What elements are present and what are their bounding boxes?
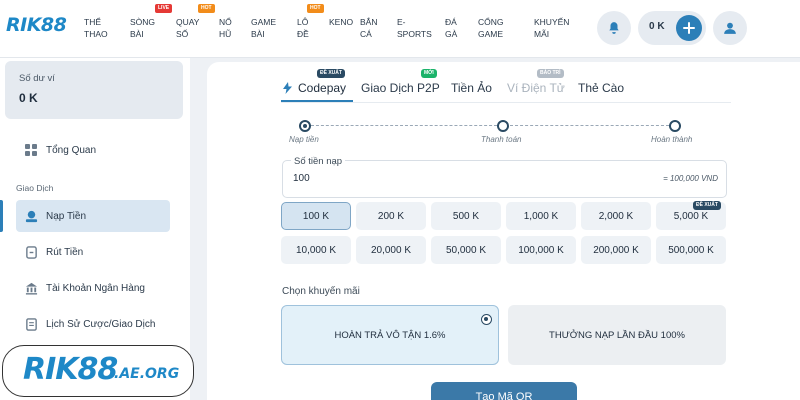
promo-radio-selected[interactable]	[481, 314, 492, 325]
tab-crypto[interactable]: Tiền Ảo	[451, 81, 492, 95]
deposit-panel: ĐỀ XUẤT Codepay MỚI Giao Dịch P2P Tiền Ả…	[207, 62, 800, 400]
notification-button[interactable]	[597, 11, 631, 45]
header-balance: 0 K	[649, 21, 665, 32]
sidebar-item-withdraw[interactable]: Rút Tiền	[16, 236, 170, 268]
nav-da-ga[interactable]: ĐÁ GÀ	[445, 16, 457, 40]
nav-game-bai[interactable]: GAME BÀI	[251, 16, 276, 40]
tab-codepay[interactable]: Codepay	[283, 81, 346, 95]
add-funds-button[interactable]	[676, 15, 702, 41]
amount-value: 100	[293, 173, 310, 184]
user-icon	[724, 22, 736, 34]
nav-esports[interactable]: E- SPORTS	[397, 16, 432, 40]
lightning-icon	[283, 82, 292, 94]
amount-chip[interactable]: 20,000 K	[356, 236, 426, 264]
step-deposit-dot	[299, 120, 311, 132]
sidebar-item-label: Lịch Sử Cược/Giao Dịch	[46, 318, 156, 330]
step-label-payment: Thanh toán	[481, 135, 522, 144]
brand-watermark: RIK88 .AE.ORG	[2, 345, 194, 397]
top-header: RIK88 THỂ THAO LIVE SÒNG BÀI HOT QUAY SỐ NỔ…	[0, 0, 800, 58]
wallet-value: 0 K	[19, 91, 38, 105]
chip-badge-recommend: ĐỀ XUẤT	[693, 201, 721, 210]
active-indicator	[0, 200, 3, 232]
tab-badge-recommend: ĐỀ XUẤT	[317, 69, 345, 78]
amount-chip[interactable]: 100,000 K	[506, 236, 576, 264]
step-payment-dot	[497, 120, 509, 132]
promo-option-first-deposit[interactable]: THƯỞNG NẠP LẦN ĐẦU 100%	[508, 305, 726, 365]
amount-chip[interactable]: 200,000 K	[581, 236, 651, 264]
step-connector	[311, 125, 497, 126]
amount-chip[interactable]: 10,000 K	[281, 236, 351, 264]
bell-icon	[609, 22, 619, 34]
sidebar-item-history[interactable]: Lịch Sử Cược/Giao Dịch	[16, 308, 170, 340]
amount-chip[interactable]: 500 K	[431, 202, 501, 230]
tab-badge-maintenance: BẢO TRÌ	[537, 69, 564, 78]
sidebar-item-label: Tổng Quan	[46, 144, 97, 156]
tab-badge-new: MỚI	[421, 69, 437, 78]
nav-badge-hot-quay-so: HOT	[198, 4, 215, 13]
step-complete-dot	[669, 120, 681, 132]
tab-ewallet[interactable]: Ví Điện Tử	[507, 81, 565, 95]
nav-ban-ca[interactable]: BẮN CÁ	[360, 16, 377, 40]
sidebar-item-bank-account[interactable]: Tài Khoản Ngân Hàng	[16, 272, 170, 304]
sidebar-item-overview[interactable]: Tổng Quan	[16, 134, 170, 166]
promo-option-cashback[interactable]: HOÀN TRẢ VÔ TẬN 1.6%	[281, 305, 499, 365]
amount-conversion-hint: = 100,000 VND	[663, 174, 718, 183]
tab-divider	[281, 102, 731, 103]
nav-quay-so[interactable]: QUAY SỐ	[176, 16, 199, 40]
tab-scratch-card[interactable]: Thẻ Cào	[578, 81, 624, 95]
deposit-icon	[24, 209, 38, 223]
sidebar-item-label: Rút Tiền	[46, 246, 84, 258]
account-button[interactable]	[713, 11, 747, 45]
promo-label: Chọn khuyến mãi	[282, 286, 360, 297]
tab-active-underline	[281, 100, 353, 102]
dashboard-icon	[24, 143, 38, 157]
step-label-complete: Hoàn thành	[651, 135, 693, 144]
nav-lo-de[interactable]: LÔ ĐỀ	[297, 16, 309, 40]
tab-p2p[interactable]: Giao Dịch P2P	[361, 81, 440, 95]
sidebar-item-deposit[interactable]: Nạp Tiền	[16, 200, 170, 232]
withdraw-icon	[24, 245, 38, 259]
nav-the-thao[interactable]: THỂ THAO	[84, 16, 108, 40]
nav-badge-hot-lo-de: HOT	[307, 4, 324, 13]
site-logo[interactable]: RIK88	[6, 14, 67, 36]
amount-chip[interactable]: 100 K	[281, 202, 351, 230]
amount-label: Số tiền nạp	[291, 156, 346, 167]
amount-chip[interactable]: 1,000 K	[506, 202, 576, 230]
amount-chip[interactable]: 2,000 K	[581, 202, 651, 230]
amount-chip[interactable]: 200 K	[356, 202, 426, 230]
amount-input[interactable]	[282, 160, 727, 198]
bank-icon	[24, 281, 38, 295]
step-label-deposit: Nạp tiền	[289, 135, 319, 144]
history-icon	[24, 317, 38, 331]
brand-logo-domain: .AE.ORG	[114, 366, 180, 382]
nav-song-bai[interactable]: SÒNG BÀI	[130, 16, 155, 40]
wallet-card: Số dư ví 0 K	[5, 61, 183, 119]
brand-logo-main: RIK88	[23, 352, 118, 387]
create-qr-button[interactable]: Tạo Mã QR	[431, 382, 577, 400]
balance-pill[interactable]: 0 K	[638, 11, 706, 45]
nav-cong-game[interactable]: CỔNG GAME	[478, 16, 504, 40]
step-connector	[510, 125, 669, 126]
sidebar-item-label: Tài Khoản Ngân Hàng	[46, 282, 145, 294]
plus-icon	[683, 22, 695, 34]
nav-khuyen-mai[interactable]: KHUYẾN MÃI	[534, 16, 569, 40]
sidebar-item-label: Nạp Tiền	[46, 210, 87, 222]
nav-keno[interactable]: KENO	[329, 16, 353, 28]
sidebar-group-label: Giao Dịch	[16, 183, 54, 193]
amount-chip[interactable]: 50,000 K	[431, 236, 501, 264]
wallet-label: Số dư ví	[19, 73, 55, 84]
amount-chip[interactable]: 500,000 K	[656, 236, 726, 264]
nav-badge-live: LIVE	[155, 4, 173, 13]
nav-no-hu[interactable]: NỔ HŨ	[219, 16, 232, 40]
